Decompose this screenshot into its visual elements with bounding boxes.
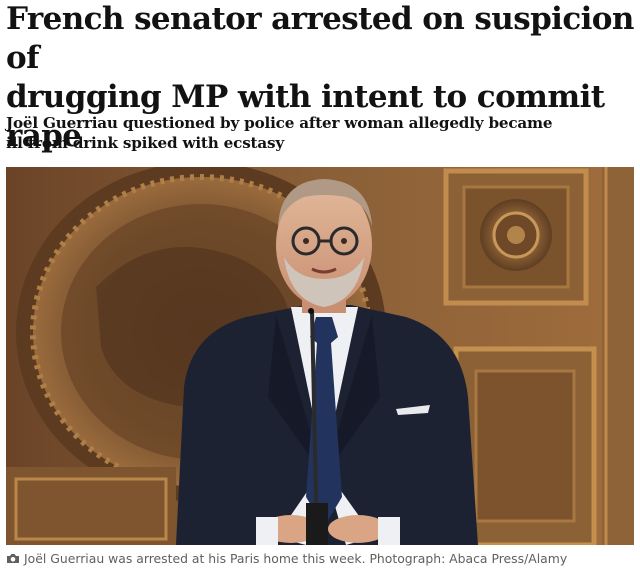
standfirst-line-2: ill from drink spiked with ecstasy — [6, 134, 284, 152]
article-photo — [6, 167, 634, 545]
caption-text: Joël Guerriau was arrested at his Paris … — [24, 551, 568, 566]
article-standfirst: Joël Guerriau questioned by police after… — [6, 113, 606, 153]
standfirst-line-1: Joël Guerriau questioned by police after… — [6, 114, 553, 132]
photo-caption: Joël Guerriau was arrested at his Paris … — [6, 551, 636, 567]
camera-icon — [7, 554, 19, 563]
headline-line-1: French senator arrested on suspicion of — [6, 1, 634, 76]
senator-portrait-image — [6, 167, 634, 545]
